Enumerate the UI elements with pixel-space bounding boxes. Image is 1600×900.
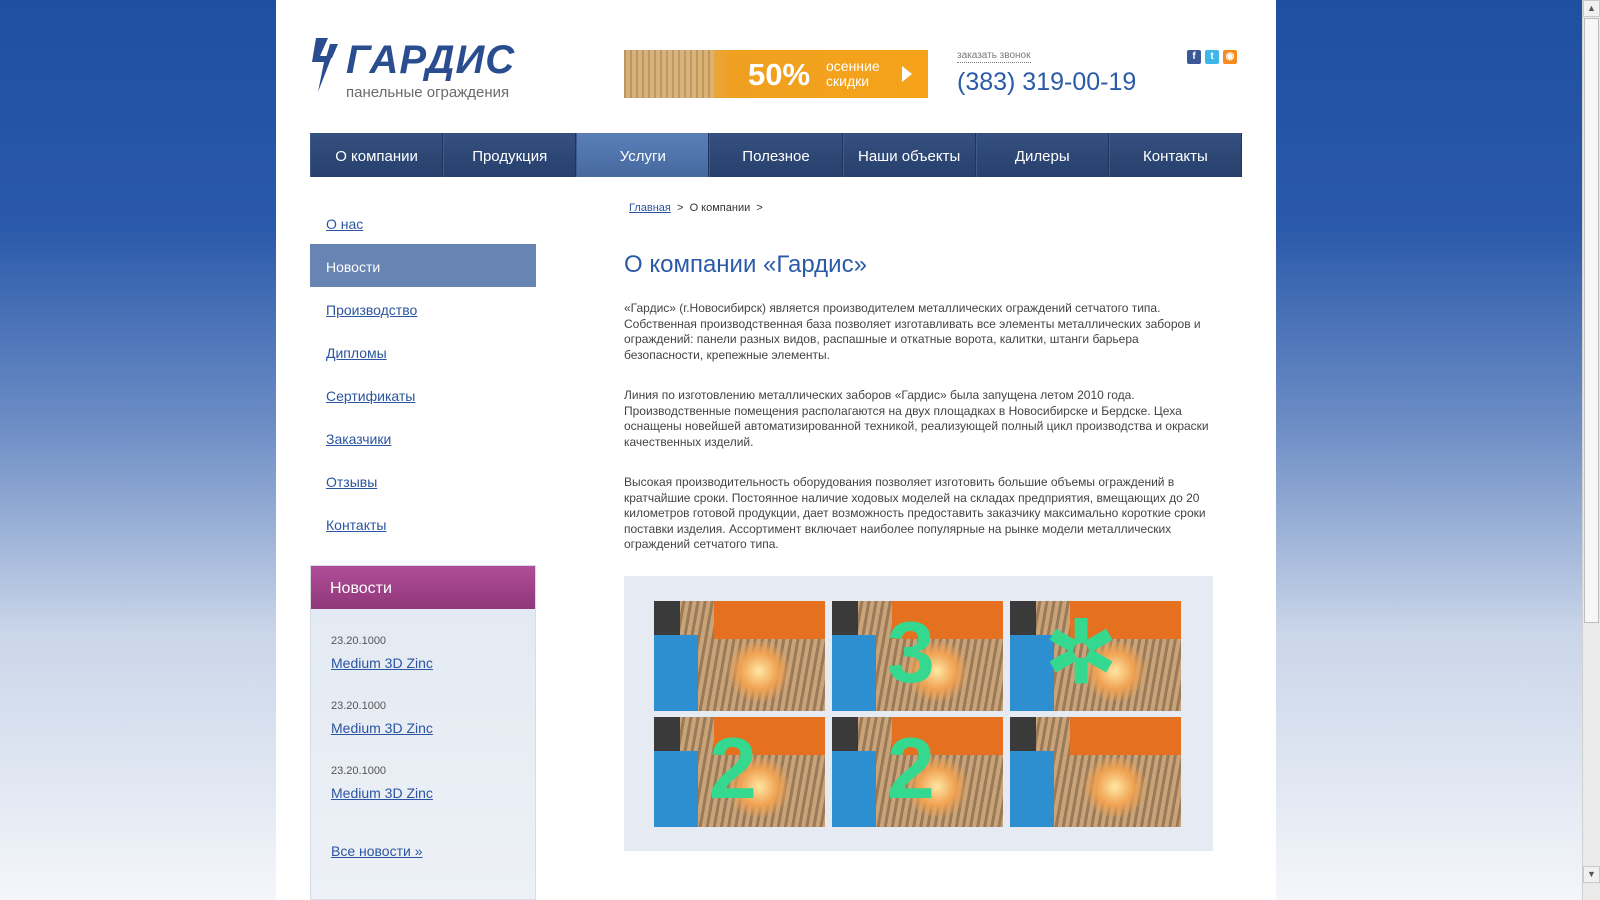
nav-item-about[interactable]: О компании bbox=[310, 133, 444, 177]
nav-item-useful[interactable]: Полезное bbox=[709, 133, 843, 177]
gallery-mark: ✲ bbox=[1045, 605, 1118, 701]
sidebar-item-diplomas[interactable]: Дипломы bbox=[310, 330, 536, 373]
scrollbar-thumb[interactable] bbox=[1584, 18, 1599, 623]
news-widget: Новости 23.20.1000 Medium 3D Zinc 23.20.… bbox=[310, 565, 536, 900]
nav-item-services[interactable]: Услуги bbox=[576, 133, 710, 177]
gallery-thumbnail[interactable]: 3 bbox=[832, 601, 1003, 711]
news-date: 23.20.1000 bbox=[331, 765, 387, 777]
news-item: 23.20.1000 Medium 3D Zinc bbox=[331, 765, 433, 801]
play-arrow-icon bbox=[902, 66, 912, 82]
nav-item-contacts[interactable]: Контакты bbox=[1108, 133, 1242, 177]
rss-icon[interactable]: ◉ bbox=[1223, 50, 1237, 64]
promo-banner[interactable]: 50% осенние скидки bbox=[624, 50, 928, 98]
news-link[interactable]: Medium 3D Zinc bbox=[331, 720, 433, 736]
promo-percent: 50% bbox=[748, 57, 811, 92]
social-links: f t ◉ bbox=[1187, 46, 1241, 64]
twitter-icon[interactable]: t bbox=[1205, 50, 1219, 64]
machine-shape bbox=[1010, 717, 1036, 755]
gallery-mark: 3 bbox=[887, 605, 935, 701]
scroll-up-arrow-icon[interactable]: ▲ bbox=[1583, 0, 1600, 17]
sidebar-item-production[interactable]: Производство bbox=[310, 287, 536, 330]
gallery-thumbnail[interactable] bbox=[1010, 717, 1181, 827]
logo-mark-icon bbox=[312, 38, 338, 92]
breadcrumb-separator: > bbox=[677, 202, 684, 214]
machine-shape bbox=[832, 717, 858, 755]
machine-shape bbox=[1070, 717, 1181, 755]
machine-shape bbox=[832, 751, 876, 827]
nav-item-products[interactable]: Продукция bbox=[443, 133, 577, 177]
gallery-thumbnail[interactable] bbox=[654, 601, 825, 711]
all-news-link[interactable]: Все новости » bbox=[331, 843, 423, 859]
main-nav: О компании Продукция Услуги Полезное Наш… bbox=[310, 133, 1242, 177]
sidebar-item-certificates[interactable]: Сертификаты bbox=[310, 373, 536, 416]
breadcrumb-home[interactable]: Главная bbox=[629, 202, 671, 214]
news-link[interactable]: Medium 3D Zinc bbox=[331, 655, 433, 671]
news-item: 23.20.1000 Medium 3D Zinc bbox=[331, 635, 433, 671]
gallery-thumbnail[interactable]: 2 bbox=[654, 717, 825, 827]
facebook-icon[interactable]: f bbox=[1187, 50, 1201, 64]
spark-glow bbox=[724, 641, 794, 701]
gallery-thumbnail[interactable]: ✲ bbox=[1010, 601, 1181, 711]
machine-shape bbox=[654, 751, 698, 827]
logo-text: ГАРДИС bbox=[346, 38, 516, 82]
machine-shape bbox=[654, 717, 680, 755]
gallery-thumbnail[interactable]: 2 bbox=[832, 717, 1003, 827]
page: ГАРДИС панельные ограждения 50% осенние … bbox=[276, 0, 1276, 900]
machine-shape bbox=[1010, 751, 1054, 827]
gallery-mark: 2 bbox=[887, 721, 935, 817]
news-date: 23.20.1000 bbox=[331, 700, 387, 712]
breadcrumb: Главная > О компании > bbox=[629, 202, 763, 214]
photo-gallery: 3 ✲ 2 2 bbox=[624, 576, 1213, 851]
callback-link[interactable]: заказать звонок bbox=[957, 50, 1031, 63]
news-widget-title: Новости bbox=[311, 566, 535, 609]
spark-glow bbox=[1080, 757, 1150, 817]
promo-text: осенние скидки bbox=[826, 59, 880, 89]
page-title: О компании «Гардис» bbox=[624, 251, 867, 278]
news-link[interactable]: Medium 3D Zinc bbox=[331, 785, 433, 801]
breadcrumb-separator: > bbox=[756, 202, 763, 214]
news-item: 23.20.1000 Medium 3D Zinc bbox=[331, 700, 433, 736]
breadcrumb-current: О компании bbox=[689, 202, 751, 214]
content-paragraph: «Гардис» (г.Новосибирск) является произв… bbox=[624, 301, 1201, 362]
content-paragraph: Высокая производительность оборудования … bbox=[624, 475, 1206, 551]
nav-item-objects[interactable]: Наши объекты bbox=[842, 133, 976, 177]
machine-shape bbox=[714, 601, 825, 639]
machine-shape bbox=[832, 635, 876, 711]
nav-item-dealers[interactable]: Дилеры bbox=[975, 133, 1109, 177]
sidebar-item-contacts[interactable]: Контакты bbox=[310, 502, 536, 545]
sidebar-item-about-us[interactable]: О нас bbox=[310, 201, 536, 244]
promo-line-1: осенние bbox=[826, 58, 880, 74]
gallery-mark: 2 bbox=[709, 721, 757, 817]
phone-number: (383) 319-00-19 bbox=[957, 68, 1137, 96]
promo-line-2: скидки bbox=[826, 73, 870, 89]
news-date: 23.20.1000 bbox=[331, 635, 387, 647]
vertical-scrollbar[interactable]: ▲ ▼ bbox=[1582, 0, 1600, 900]
sidebar-item-customers[interactable]: Заказчики bbox=[310, 416, 536, 459]
sidebar-menu: О нас Новости Производство Дипломы Серти… bbox=[310, 201, 536, 545]
machine-shape bbox=[832, 601, 858, 639]
scroll-down-arrow-icon[interactable]: ▼ bbox=[1583, 866, 1600, 883]
machine-shape bbox=[654, 635, 698, 711]
sidebar-item-reviews[interactable]: Отзывы bbox=[310, 459, 536, 502]
machine-shape bbox=[654, 601, 680, 639]
content-paragraph: Линия по изготовлению металлических забо… bbox=[624, 388, 1209, 449]
sidebar-item-news[interactable]: Новости bbox=[310, 244, 536, 287]
promo-texture bbox=[624, 50, 714, 98]
logo-subtitle: панельные ограждения bbox=[346, 84, 510, 101]
logo[interactable]: ГАРДИС панельные ограждения bbox=[310, 36, 540, 106]
machine-shape bbox=[1010, 601, 1036, 639]
